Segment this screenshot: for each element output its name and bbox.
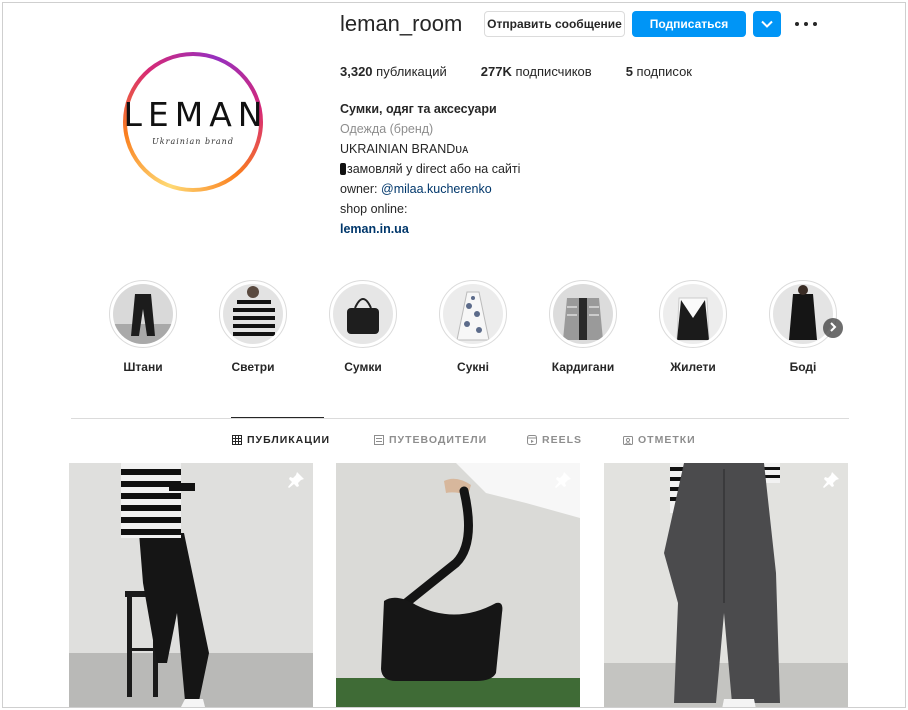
- post-thumbnail[interactable]: [69, 463, 313, 707]
- more-dots-icon: [813, 22, 817, 26]
- highlight-sweaters[interactable]: Светри: [213, 280, 293, 374]
- grid-icon: [232, 435, 242, 445]
- profile-page: LEMAN Ukrainian brand leman_room Отправи…: [2, 2, 906, 708]
- highlight-label: Светри: [231, 360, 275, 374]
- following-count[interactable]: 5 подписок: [626, 64, 692, 79]
- owner-mention-link[interactable]: @milaa.kucherenko: [381, 182, 492, 196]
- bio-shop: shop online:: [340, 202, 408, 216]
- tagged-icon: [623, 435, 633, 445]
- highlight-pants[interactable]: Штани: [103, 280, 183, 374]
- highlight-label: Штани: [123, 360, 163, 374]
- highlight-ring: [659, 280, 727, 348]
- highlight-ring: [219, 280, 287, 348]
- reels-icon: [527, 435, 537, 445]
- bio-name: Сумки, одяг та аксесуари: [340, 102, 497, 116]
- tabs-divider: [71, 418, 849, 419]
- profile-stats: 3,320 публикаций 277K подписчиков 5 подп…: [340, 64, 726, 79]
- tab-label: ПУТЕВОДИТЕЛИ: [389, 434, 488, 446]
- highlight-ring: [769, 280, 837, 348]
- tab-tagged[interactable]: ОТМЕТКИ: [623, 434, 696, 446]
- profile-username: leman_room: [340, 11, 463, 36]
- suggested-dropdown-button[interactable]: [753, 11, 781, 37]
- pinned-icon: [287, 471, 305, 489]
- pinned-icon: [554, 471, 572, 489]
- follow-button[interactable]: Подписаться: [632, 11, 746, 37]
- send-message-button[interactable]: Отправить сообщение: [484, 11, 625, 37]
- tab-label: ОТМЕТКИ: [638, 434, 696, 446]
- profile-bio: Сумки, одяг та аксесуари Одежда (бренд) …: [340, 99, 520, 239]
- logo-word: LEMAN: [123, 95, 269, 134]
- profile-avatar[interactable]: LEMAN Ukrainian brand: [123, 52, 263, 192]
- tab-label: ПУБЛИКАЦИИ: [247, 434, 331, 446]
- chevron-down-icon: [761, 20, 773, 28]
- highlight-label: Сукні: [457, 360, 489, 374]
- highlight-label: Сумки: [344, 360, 382, 374]
- highlights-next-button[interactable]: [823, 318, 843, 338]
- followers-count[interactable]: 277K подписчиков: [481, 64, 592, 79]
- phone-icon: [340, 163, 346, 175]
- more-options-button[interactable]: [795, 15, 817, 33]
- highlight-ring: [109, 280, 177, 348]
- highlight-ring: [329, 280, 397, 348]
- chevron-right-icon: [829, 319, 837, 337]
- tab-label: REELS: [542, 434, 583, 446]
- post-thumbnail[interactable]: [604, 463, 848, 707]
- tab-guides[interactable]: ПУТЕВОДИТЕЛИ: [374, 434, 487, 446]
- tab-reels[interactable]: REELS: [527, 434, 582, 446]
- bio-category: Одежда (бренд): [340, 122, 434, 136]
- more-dots-icon: [795, 22, 799, 26]
- highlight-ring: [439, 280, 507, 348]
- bio-line-order: замовляй у direct або на сайті: [340, 159, 520, 179]
- highlight-ring: [549, 280, 617, 348]
- highlight-bags[interactable]: Сумки: [323, 280, 403, 374]
- active-tab-indicator: [231, 417, 324, 418]
- post-thumbnail[interactable]: [336, 463, 580, 707]
- logo-subtitle: Ukrainian brand: [152, 137, 234, 146]
- highlight-dresses[interactable]: Сукні: [433, 280, 513, 374]
- tab-posts[interactable]: ПУБЛИКАЦИИ: [232, 434, 330, 446]
- bio-owner: owner: @milaa.kucherenko: [340, 182, 492, 196]
- highlight-vests[interactable]: Жилети: [653, 280, 733, 374]
- highlight-label: Боді: [789, 360, 817, 374]
- more-dots-icon: [804, 22, 808, 26]
- website-link[interactable]: leman.in.ua: [340, 219, 520, 239]
- highlight-label: Кардигани: [551, 360, 615, 374]
- guide-icon: [374, 435, 384, 445]
- highlight-cardigans[interactable]: Кардигани: [543, 280, 623, 374]
- highlight-label: Жилети: [670, 360, 716, 374]
- posts-count: 3,320 публикаций: [340, 64, 447, 79]
- bio-line-brand: UKRAINIAN BRANDᴜᴀ: [340, 142, 469, 156]
- avatar-logo: LEMAN Ukrainian brand: [124, 56, 262, 188]
- pinned-icon: [822, 471, 840, 489]
